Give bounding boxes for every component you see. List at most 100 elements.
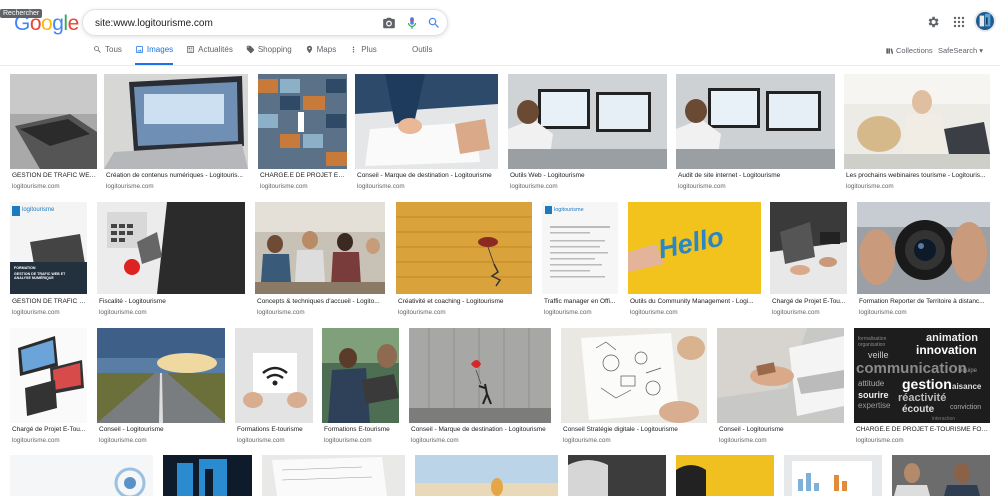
collections-link[interactable]: Collections xyxy=(885,46,933,55)
result-title[interactable]: Conseil - Logitourisme xyxy=(719,426,844,433)
result-thumbnail[interactable] xyxy=(892,455,990,496)
result-thumbnail[interactable] xyxy=(409,328,551,423)
result-thumbnail[interactable] xyxy=(10,74,97,169)
result-title[interactable]: Traffic manager en Offi... xyxy=(544,298,618,305)
image-result[interactable] xyxy=(10,455,153,496)
result-title[interactable]: Formations E-tourisme xyxy=(237,426,313,433)
result-thumbnail[interactable] xyxy=(770,202,847,294)
result-title[interactable]: Conseil - Logitourisme xyxy=(99,426,225,433)
result-thumbnail[interactable] xyxy=(676,74,835,169)
camera-icon[interactable] xyxy=(382,16,396,30)
result-title[interactable]: Créativité et coaching - Logitourisme xyxy=(398,298,532,305)
image-result[interactable]: Formations E-tourisme logitourisme.com xyxy=(322,328,399,446)
image-result[interactable]: Les prochains webinaires tourisme - Logi… xyxy=(844,74,990,192)
image-result[interactable]: Audit de site internet - Logitourisme lo… xyxy=(676,74,835,192)
tab-images[interactable]: Images xyxy=(134,45,174,65)
image-result[interactable] xyxy=(262,455,405,496)
image-result[interactable]: Création de contenus numériques - Logito… xyxy=(104,74,248,192)
result-thumbnail[interactable] xyxy=(355,74,498,169)
image-result[interactable] xyxy=(892,455,990,496)
result-title[interactable]: GESTION DE TRAFIC W... xyxy=(12,298,87,305)
microphone-icon[interactable] xyxy=(405,16,419,30)
image-result[interactable]: Conseil - Marque de destination - Logito… xyxy=(409,328,551,446)
image-result[interactable]: Conseil - Logitourisme logitourisme.com xyxy=(717,328,844,446)
result-thumbnail[interactable] xyxy=(97,202,245,294)
image-result[interactable] xyxy=(163,455,252,496)
image-result[interactable]: animation innovation veille communicatio… xyxy=(854,328,990,446)
result-thumbnail[interactable] xyxy=(104,74,248,169)
image-result[interactable] xyxy=(676,455,774,496)
image-result[interactable] xyxy=(415,455,558,496)
result-title[interactable]: Audit de site internet - Logitourisme xyxy=(678,172,834,179)
result-title[interactable]: Fiscalité - Logitourisme xyxy=(99,298,245,305)
result-thumbnail[interactable] xyxy=(844,74,990,169)
image-result[interactable]: Conseil Stratégie digitale - Logitourism… xyxy=(561,328,707,446)
result-thumbnail[interactable] xyxy=(258,74,347,169)
result-title[interactable]: Création de contenus numériques - Logito… xyxy=(106,172,246,179)
search-icon[interactable] xyxy=(427,16,441,30)
image-result[interactable]: Concepts & techniques d'accueil - Logito… xyxy=(255,202,385,320)
image-result[interactable]: Conseil - Logitourisme logitourisme.com xyxy=(97,328,225,446)
image-result[interactable]: logitourisme FORMATION GESTION DE TRAFIC… xyxy=(10,202,87,320)
result-thumbnail[interactable] xyxy=(568,455,666,496)
image-result[interactable]: Hello Outils du Community Management - L… xyxy=(628,202,761,320)
image-result[interactable]: CHARGÉ.E DE PROJET E-T... logitourisme.c… xyxy=(258,74,347,192)
safesearch-dropdown[interactable]: SafeSearch ▾ xyxy=(938,46,983,55)
result-thumbnail[interactable] xyxy=(415,455,558,496)
result-thumbnail[interactable] xyxy=(857,202,990,294)
tab-more[interactable]: Plus xyxy=(349,45,377,65)
result-title[interactable]: CHARGÉ.E DE PROJET E-TOURISME FORM... xyxy=(856,426,990,433)
gear-icon[interactable] xyxy=(926,15,940,29)
tab-all[interactable]: Tous xyxy=(93,45,122,65)
result-title[interactable]: Conseil - Marque de destination - Logito… xyxy=(357,172,498,179)
result-thumbnail[interactable] xyxy=(97,328,225,423)
image-result[interactable]: Conseil - Marque de destination - Logito… xyxy=(355,74,498,192)
result-thumbnail[interactable] xyxy=(10,328,87,423)
result-title[interactable]: Concepts & techniques d'accueil - Logito… xyxy=(257,298,385,305)
search-input[interactable] xyxy=(95,15,365,31)
image-result[interactable]: logitourisme Traffic manager en Offi... … xyxy=(542,202,618,320)
result-thumbnail[interactable] xyxy=(235,328,313,423)
result-title[interactable]: Conseil Stratégie digitale - Logitourism… xyxy=(563,426,707,433)
result-title[interactable]: Chargé de Projet E-Tou... xyxy=(12,426,87,433)
result-thumbnail[interactable] xyxy=(10,455,153,496)
image-result[interactable]: Formation Reporter de Territoire à dista… xyxy=(857,202,990,320)
result-thumbnail[interactable] xyxy=(396,202,532,294)
result-thumbnail[interactable] xyxy=(784,455,882,496)
image-result[interactable]: Créativité et coaching - Logitourisme lo… xyxy=(396,202,532,320)
image-result[interactable]: Chargé de Projet E-Tou... logitourisme.c… xyxy=(770,202,847,320)
result-title[interactable]: Conseil - Marque de destination - Logito… xyxy=(411,426,551,433)
result-thumbnail[interactable] xyxy=(322,328,399,423)
image-result[interactable]: Outils Web - Logitourisme logitourisme.c… xyxy=(508,74,667,192)
result-title[interactable]: Chargé de Projet E-Tou... xyxy=(772,298,847,305)
result-thumbnail[interactable] xyxy=(717,328,844,423)
result-title[interactable]: Outils Web - Logitourisme xyxy=(510,172,666,179)
image-result[interactable]: GESTION DE TRAFIC WEB... logitourisme.co… xyxy=(10,74,97,192)
avatar[interactable] xyxy=(974,10,996,32)
result-thumbnail[interactable] xyxy=(262,455,405,496)
apps-grid-icon[interactable] xyxy=(953,16,965,28)
image-result[interactable] xyxy=(784,455,882,496)
result-title[interactable]: Les prochains webinaires tourisme - Logi… xyxy=(846,172,990,179)
tab-news[interactable]: Actualités xyxy=(186,45,233,65)
result-title[interactable]: Formation Reporter de Territoire à dista… xyxy=(859,298,990,305)
result-title[interactable]: Formations E-tourisme xyxy=(324,426,399,433)
result-thumbnail[interactable] xyxy=(561,328,707,423)
image-result[interactable]: Formations E-tourisme logitourisme.com xyxy=(235,328,313,446)
tab-maps[interactable]: Maps xyxy=(305,45,336,65)
result-thumbnail[interactable] xyxy=(255,202,385,294)
result-thumbnail[interactable] xyxy=(508,74,667,169)
image-result[interactable]: Fiscalité - Logitourisme logitourisme.co… xyxy=(97,202,245,320)
result-thumbnail[interactable]: animation innovation veille communicatio… xyxy=(854,328,990,423)
result-thumbnail[interactable]: Hello xyxy=(628,202,761,294)
image-result[interactable] xyxy=(568,455,666,496)
result-title[interactable]: Outils du Community Management - Logi... xyxy=(630,298,761,305)
result-thumbnail[interactable] xyxy=(676,455,774,496)
image-result[interactable]: Chargé de Projet E-Tou... logitourisme.c… xyxy=(10,328,87,446)
tab-shopping[interactable]: Shopping xyxy=(246,45,292,65)
result-thumbnail[interactable]: logitourisme FORMATION GESTION DE TRAFIC… xyxy=(10,202,87,294)
result-title[interactable]: GESTION DE TRAFIC WEB... xyxy=(12,172,97,179)
result-thumbnail[interactable]: logitourisme xyxy=(542,202,618,294)
tools-button[interactable]: Outils xyxy=(412,45,432,54)
result-thumbnail[interactable] xyxy=(163,455,252,496)
